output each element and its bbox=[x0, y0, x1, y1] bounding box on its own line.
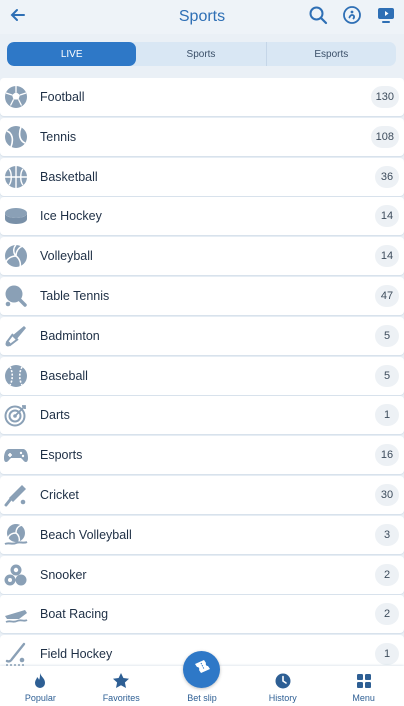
list-item[interactable]: Ice Hockey 14 bbox=[0, 197, 404, 236]
nav-label: History bbox=[268, 693, 297, 703]
sport-name: Basketball bbox=[40, 169, 98, 184]
sport-name: Badminton bbox=[40, 328, 100, 343]
sport-name: Table Tennis bbox=[40, 288, 110, 303]
event-count-badge: 5 bbox=[375, 364, 399, 387]
cricket-icon bbox=[4, 483, 28, 507]
list-item[interactable]: Cricket 30 bbox=[0, 475, 404, 514]
event-count-badge: 36 bbox=[375, 165, 399, 188]
tab-esports[interactable]: Esports bbox=[267, 42, 396, 66]
sports-list: Football 130 Tennis 108 Basketball 36 Ic… bbox=[0, 78, 404, 675]
sport-name: Esports bbox=[40, 448, 83, 463]
boat-icon bbox=[4, 602, 28, 626]
nav-label: Menu bbox=[352, 693, 375, 703]
gamepad-icon bbox=[4, 443, 28, 467]
support-icon[interactable] bbox=[342, 5, 362, 25]
nav-history[interactable]: History bbox=[242, 666, 323, 706]
table-tennis-icon bbox=[4, 284, 28, 308]
volleyball-icon bbox=[4, 244, 28, 268]
nav-favorites[interactable]: Favorites bbox=[81, 666, 162, 706]
beach-volleyball-icon bbox=[4, 523, 28, 547]
event-count-badge: 3 bbox=[375, 523, 399, 546]
sport-name: Beach Volleyball bbox=[40, 527, 132, 542]
nav-label: Bet slip bbox=[187, 693, 217, 703]
event-count-badge: 14 bbox=[375, 205, 399, 228]
clock-icon bbox=[274, 672, 292, 690]
nav-menu[interactable]: Menu bbox=[323, 666, 404, 706]
grid-icon bbox=[355, 672, 373, 690]
event-count-badge: 1 bbox=[375, 404, 399, 427]
header-actions bbox=[308, 5, 396, 25]
list-item[interactable]: Table Tennis 47 bbox=[0, 276, 404, 315]
darts-icon bbox=[4, 403, 28, 427]
event-count-badge: 108 bbox=[370, 125, 399, 148]
tab-live[interactable]: LIVE bbox=[7, 42, 137, 66]
tennis-icon bbox=[4, 125, 28, 149]
page-title: Sports bbox=[178, 8, 226, 25]
event-count-badge: 2 bbox=[375, 563, 399, 586]
sport-name: Darts bbox=[40, 408, 70, 423]
sport-name: Tennis bbox=[40, 129, 77, 144]
sport-name: Cricket bbox=[40, 487, 79, 502]
sport-name: Volleyball bbox=[40, 249, 93, 264]
list-item[interactable]: Volleyball 14 bbox=[0, 237, 404, 276]
mode-tabs: LIVE Sports Esports bbox=[7, 42, 396, 66]
nav-popular[interactable]: Popular bbox=[0, 666, 81, 706]
event-count-badge: 130 bbox=[370, 86, 399, 108]
list-item[interactable]: Snooker 2 bbox=[0, 555, 404, 594]
nav-label: Favorites bbox=[102, 693, 140, 703]
sport-name: Football bbox=[40, 90, 85, 104]
list-item[interactable]: Esports 16 bbox=[0, 436, 404, 475]
sport-name: Baseball bbox=[40, 368, 88, 383]
event-count-badge: 5 bbox=[375, 324, 399, 347]
arrow-left-icon[interactable] bbox=[8, 5, 28, 25]
flame-icon bbox=[31, 672, 49, 690]
list-item[interactable]: Darts 1 bbox=[0, 396, 404, 435]
nav-label: Popular bbox=[24, 693, 56, 703]
top-bar: Sports bbox=[0, 0, 404, 34]
list-item[interactable]: Basketball 36 bbox=[0, 157, 404, 196]
tab-sports[interactable]: Sports bbox=[136, 42, 267, 66]
snooker-icon bbox=[4, 563, 28, 587]
ticket-icon bbox=[192, 657, 212, 682]
bet-slip-button[interactable] bbox=[183, 651, 220, 688]
ice-hockey-icon bbox=[4, 204, 28, 228]
sport-name: Snooker bbox=[40, 567, 87, 582]
list-item[interactable]: Tennis 108 bbox=[0, 117, 404, 156]
list-item[interactable]: Football 130 bbox=[0, 78, 404, 116]
search-icon[interactable] bbox=[308, 5, 328, 25]
list-item[interactable]: Badminton 5 bbox=[0, 316, 404, 355]
baseball-icon bbox=[4, 364, 28, 388]
video-icon[interactable] bbox=[376, 5, 396, 25]
field-hockey-icon bbox=[4, 642, 28, 666]
star-icon bbox=[112, 672, 130, 690]
basketball-icon bbox=[4, 165, 28, 189]
event-count-badge: 2 bbox=[375, 603, 399, 626]
list-item[interactable]: Beach Volleyball 3 bbox=[0, 515, 404, 554]
event-count-badge: 47 bbox=[375, 284, 399, 307]
list-item[interactable]: Baseball 5 bbox=[0, 356, 404, 395]
list-item[interactable]: Boat Racing 2 bbox=[0, 595, 404, 634]
event-count-badge: 16 bbox=[375, 444, 399, 467]
event-count-badge: 14 bbox=[375, 245, 399, 268]
sport-name: Ice Hockey bbox=[40, 209, 102, 224]
football-icon bbox=[4, 85, 28, 109]
sport-name: Boat Racing bbox=[40, 607, 109, 622]
sport-name: Field Hockey bbox=[40, 647, 113, 662]
badminton-icon bbox=[4, 324, 28, 348]
event-count-badge: 30 bbox=[375, 483, 399, 506]
event-count-badge: 1 bbox=[375, 643, 399, 666]
